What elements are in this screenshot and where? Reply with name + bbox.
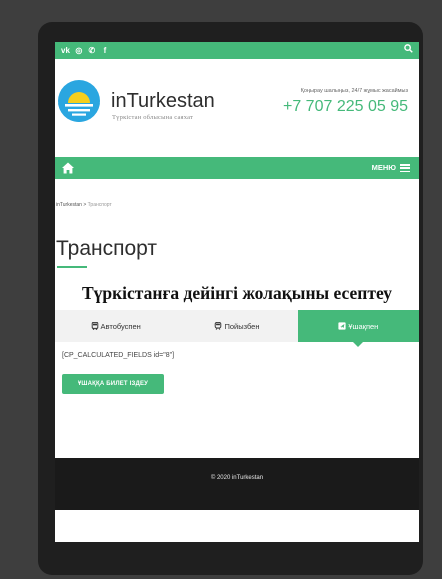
instagram-icon[interactable]: ◎ (75, 44, 83, 57)
plane-icon (338, 322, 346, 330)
facebook-icon[interactable]: f (101, 44, 109, 57)
main-nav: МЕНЮ (55, 157, 419, 179)
mobile-screen: vk ◎ ✆ f inTurkestan Түркістан облысына … (55, 42, 419, 542)
contact-label: Қоңырау шалыңыз, 24/7 жұмыс жасаймыз (300, 88, 408, 94)
phone-number[interactable]: +7 707 225 05 95 (283, 98, 408, 116)
whatsapp-icon[interactable]: ✆ (88, 44, 96, 57)
tab-plane-label: Ұшақпен (348, 321, 379, 331)
search-icon[interactable] (404, 44, 413, 57)
brand-tagline: Түркістан облысына саяхат (112, 114, 194, 121)
home-icon[interactable] (61, 161, 75, 175)
breadcrumb-separator: > (83, 202, 87, 208)
breadcrumb: inTurkestan > Транспорт (56, 202, 112, 208)
hamburger-icon (400, 164, 410, 172)
tab-bus[interactable]: Автобуспен (55, 310, 176, 342)
calculator-shortcode: [CP_CALCULATED_FIELDS id="8"] (62, 352, 175, 359)
train-icon (215, 322, 222, 330)
tab-train-label: Пойызбен (224, 321, 260, 331)
title-underline (57, 266, 87, 268)
footer: © 2020 inTurkestan (55, 458, 419, 510)
social-links: vk ◎ ✆ f (61, 44, 109, 57)
transport-tabs: Автобуспен Пойызбен Ұшақпен (55, 310, 419, 347)
breadcrumb-home[interactable]: inTurkestan (56, 202, 82, 208)
bus-icon (91, 322, 98, 330)
brand-name[interactable]: inTurkestan (111, 90, 215, 113)
vk-icon[interactable]: vk (61, 44, 70, 57)
breadcrumb-current: Транспорт (87, 202, 112, 208)
tab-bus-label: Автобуспен (100, 321, 141, 331)
tab-plane[interactable]: Ұшақпен (297, 310, 419, 347)
top-bar: vk ◎ ✆ f (55, 42, 419, 59)
search-ticket-button[interactable]: ҰШАҚҚА БИЛЕТ ІЗДЕУ (62, 374, 164, 394)
logo-icon[interactable] (58, 80, 100, 122)
footer-copyright: © 2020 inTurkestan (210, 475, 264, 481)
tab-train[interactable]: Пойызбен (176, 310, 297, 342)
page-title: Транспорт (56, 237, 157, 260)
menu-label: МЕНЮ (371, 163, 396, 172)
calculator-title: Түркістанға дейінгі жолақыны есептеу (81, 283, 393, 303)
menu-button[interactable]: МЕНЮ (372, 161, 410, 175)
